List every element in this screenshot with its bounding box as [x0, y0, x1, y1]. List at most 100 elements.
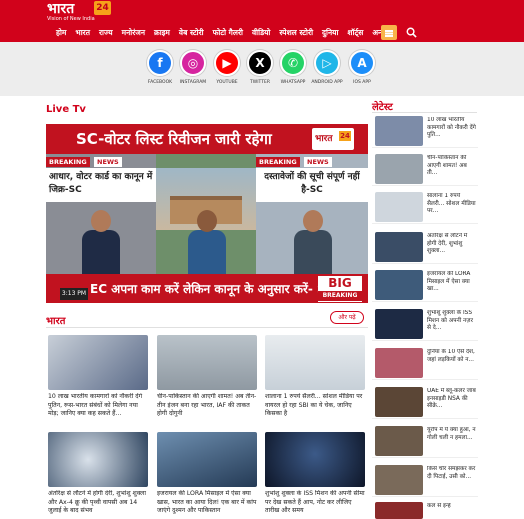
latest-title: अंतरिक्ष से लौटने में होगी देरी, शुभांशु…: [427, 233, 468, 254]
news-card-title: इजरायल की LORA मिसाइल में ऐसा क्या खास, …: [157, 490, 257, 514]
social-label: YOUTUBE: [216, 80, 238, 85]
nav-bharat[interactable]: भारत: [75, 25, 90, 41]
app-store-icon: A: [349, 50, 375, 76]
news-tag: NEWS: [304, 157, 332, 167]
hamburger-menu-icon[interactable]: [381, 25, 397, 40]
latest-section-title: लेटेस्ट: [372, 102, 393, 113]
site-header: भारत 24 Vision of New India होम भारत राज…: [0, 0, 524, 42]
youtube-icon: ▶: [214, 50, 240, 76]
latest-thumb: [375, 116, 423, 146]
social-facebook[interactable]: f FACEBOOK: [143, 50, 177, 85]
latest-item[interactable]: चीन-पाकिस्तान की आएगी शामत! अब ती...: [372, 154, 478, 186]
social-android-app[interactable]: ▷ ANDROID APP: [310, 50, 344, 85]
nav-duniya[interactable]: दुनिया: [322, 25, 338, 41]
news-card-image: [157, 432, 257, 487]
news-card[interactable]: शालाना 1 रुपये सैलरी... सोशल मीडिया पर व…: [265, 335, 365, 419]
nav-home[interactable]: होम: [56, 25, 66, 41]
breaking-tag: BREAKING: [46, 157, 90, 167]
whatsapp-icon: ✆: [280, 50, 306, 76]
news-card-title: 10 लाख भारतीय कामगारों को नौकरी देंगे पु…: [48, 393, 143, 417]
search-icon[interactable]: [406, 27, 417, 38]
social-instagram[interactable]: ◎ INSTAGRAM: [176, 50, 210, 85]
latest-item[interactable]: यूरोप में ये क्या हुआ, न गोली चली न हमला…: [372, 426, 478, 458]
latest-item[interactable]: UAE में ब्लू-कलर जॉब इनसाइडी NSA की सीक्…: [372, 387, 478, 419]
news-card-title: शुभांशु शुक्ला के ISS मिशन की अपनी सीमा …: [265, 490, 365, 514]
nav-rajya[interactable]: राज्य: [99, 25, 113, 41]
nav-video[interactable]: वीडियो: [252, 25, 270, 41]
section-divider: [372, 112, 477, 113]
channel-logo: भारत 24: [312, 128, 354, 150]
latest-title: यूरोप में ये क्या हुआ, न गोली चली न हमला…: [427, 427, 476, 441]
x-icon: X: [247, 50, 273, 76]
social-strip: f FACEBOOK ◎ INSTAGRAM ▶ YOUTUBE X TWITT…: [0, 42, 524, 96]
latest-thumb: [375, 426, 423, 456]
latest-title: चीन-पाकिस्तान की आएगी शामत! अब ती...: [427, 155, 467, 176]
video-panel-right: BREAKING NEWS दस्तावेजों की सूची संपूर्ण…: [256, 154, 368, 274]
nav-web-story[interactable]: वेब स्टोरी: [179, 25, 204, 41]
latest-item[interactable]: शुभांशु शुक्ला के ISS मिशन को अपनी नज़र …: [372, 309, 478, 341]
news-card[interactable]: अंतरिक्ष से लौटने में होगी देरी, शुभांशु…: [48, 432, 148, 516]
logo-badge: 24: [94, 1, 111, 15]
news-card-image: [265, 432, 365, 487]
news-card-title: चीन-पाकिस्तान की आएगी शामत! अब तीन-तीन इ…: [157, 393, 257, 417]
latest-title: दुनिया के 10 ऐसे देश, जहां लड़कियों को न…: [427, 349, 475, 363]
latest-item[interactable]: 10 लाख भारतीय कामगारों को नौकरी देंगे पु…: [372, 116, 478, 148]
news-card[interactable]: चीन-पाकिस्तान की आएगी शामत! अब तीन-तीन इ…: [157, 335, 257, 419]
latest-thumb: [375, 154, 423, 184]
breaking-tag: BREAKING: [256, 157, 300, 167]
video-headline-bottom: EC अपना काम करें लेकिन कानून के अनुसार क…: [90, 282, 335, 296]
nav-special-story[interactable]: स्पेशल स्टोरी: [279, 25, 313, 41]
site-logo[interactable]: भारत 24 Vision of New India: [47, 1, 111, 23]
nav-shorts[interactable]: शॉर्ट्स: [347, 25, 363, 41]
live-tv-player[interactable]: SC-वोटर लिस्ट रिवीजन जारी रहेगा भारत 24 …: [46, 124, 368, 303]
read-more-button[interactable]: और पढ़ें: [330, 311, 364, 324]
news-card-image: [157, 335, 257, 390]
social-youtube[interactable]: ▶ YOUTUBE: [210, 50, 244, 85]
social-ios-app[interactable]: A IOS APP: [345, 50, 379, 85]
news-card-title: शालाना 1 रुपये सैलरी... सोशल मीडिया पर व…: [265, 393, 363, 417]
news-card-image: [265, 335, 365, 390]
news-card-title: अंतरिक्ष से लौटने में होगी देरी, शुभांशु…: [48, 490, 146, 514]
latest-item[interactable]: दुनिया के 10 ऐसे देश, जहां लड़कियों को न…: [372, 348, 478, 380]
latest-thumb: [375, 192, 423, 222]
video-bottom-banner: EC अपना काम करें लेकिन कानून के अनुसार क…: [46, 274, 368, 303]
video-headline-top: SC-वोटर लिस्ट रिवीजन जारी रहेगा: [76, 130, 272, 148]
main-nav: होम भारत राज्य मनोरंजन क्राइम वेब स्टोरी…: [56, 25, 394, 41]
section-divider: [46, 327, 368, 328]
video-time: 3:13 PM: [60, 288, 88, 300]
latest-item[interactable]: इजरायल की LORA मिसाइल में ऐसा क्या खा...: [372, 270, 478, 302]
play-store-icon: ▷: [314, 50, 340, 76]
live-tv-title: Live Tv: [46, 104, 86, 115]
latest-title: शुभांशु शुक्ला के ISS मिशन को अपनी नज़र …: [427, 310, 473, 331]
latest-item[interactable]: अंतरिक्ष से लौटने में होगी देरी, शुभांशु…: [372, 232, 478, 264]
latest-item[interactable]: सालाना 1 रुपये सैलरी... सोशल मीडिया पर..…: [372, 192, 478, 224]
nav-crime[interactable]: क्राइम: [154, 25, 170, 41]
news-card[interactable]: 10 लाख भारतीय कामगारों को नौकरी देंगे पु…: [48, 335, 148, 419]
logo-tagline: Vision of New India: [47, 16, 95, 22]
instagram-icon: ◎: [180, 50, 206, 76]
news-card[interactable]: शुभांशु शुक्ला के ISS मिशन की अपनी सीमा …: [265, 432, 365, 516]
latest-title: कल से इन्हें: [427, 503, 451, 509]
latest-item[interactable]: कल से इन्हें: [372, 502, 478, 519]
latest-title: इजरायल की LORA मिसाइल में ऐसा क्या खा...: [427, 271, 471, 292]
video-caption-right: दस्तावेजों की सूची संपूर्ण नहीं है-SC: [256, 168, 368, 202]
social-label: ANDROID APP: [311, 80, 343, 85]
social-whatsapp[interactable]: ✆ WHATSAPP: [276, 50, 310, 85]
latest-thumb: [375, 348, 423, 378]
nav-manoranjan[interactable]: मनोरंजन: [122, 25, 145, 41]
social-twitter[interactable]: X TWITTER: [243, 50, 277, 85]
news-card-image: [48, 335, 148, 390]
big-breaking-badge: BIG BREAKING: [318, 276, 362, 302]
social-label: IOS APP: [353, 80, 371, 85]
video-panel-left: BREAKING NEWS आधार, वोटर कार्ड का कानून …: [46, 154, 156, 274]
reporter-figure: [78, 210, 124, 274]
logo-text: भारत: [47, 1, 75, 17]
video-caption-left: आधार, वोटर कार्ड का कानून में जिक्र-SC: [46, 168, 156, 202]
latest-title: 10 लाख भारतीय कामगारों को नौकरी देंगे पु…: [427, 117, 476, 138]
social-label: FACEBOOK: [147, 80, 173, 85]
nav-photo-gallery[interactable]: फोटो गैलरी: [213, 25, 243, 41]
latest-item[interactable]: किसे चोर समझकर कर दी पिटाई, उसी को...: [372, 465, 478, 497]
news-tag: NEWS: [94, 157, 122, 167]
news-card[interactable]: इजरायल की LORA मिसाइल में ऐसा क्या खास, …: [157, 432, 257, 516]
latest-thumb: [375, 465, 423, 495]
